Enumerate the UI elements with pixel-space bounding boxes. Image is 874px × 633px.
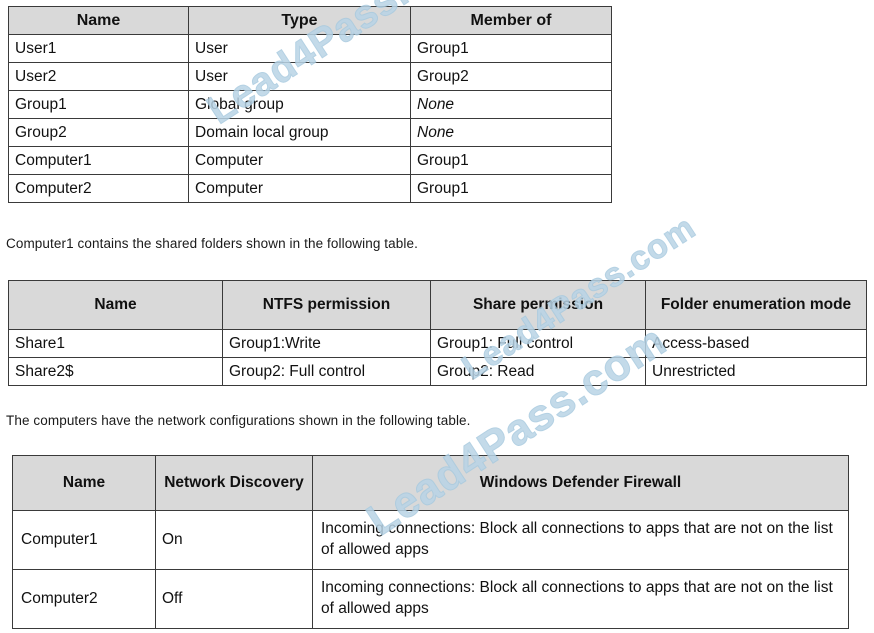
cell-name: Share2$ <box>8 357 223 386</box>
cell-share-permission: Group2: Read <box>430 357 646 386</box>
table-row: User1 User Group1 <box>8 34 612 63</box>
table-row: Computer2 Off Incoming connections: Bloc… <box>12 569 849 629</box>
cell-windows-defender-firewall: Incoming connections: Block all connecti… <box>312 510 849 570</box>
paragraph-network-configurations: The computers have the network configura… <box>6 413 471 428</box>
cell-name: Computer1 <box>12 510 156 570</box>
table-row: Group2 Domain local group None <box>8 118 612 147</box>
cell-ntfs-permission: Group2: Full control <box>222 357 431 386</box>
table-row: Share1 Group1:Write Group1: Full control… <box>8 329 867 358</box>
cell-member-of: None <box>410 118 612 147</box>
cell-name: Group1 <box>8 90 189 119</box>
cell-type: Computer <box>188 174 411 203</box>
cell-folder-enumeration-mode: Access-based <box>645 329 867 358</box>
column-header-name: Name <box>12 455 156 511</box>
column-header-name: Name <box>8 280 223 330</box>
table-header-row: Name Type Member of <box>8 6 612 35</box>
cell-name: Computer1 <box>8 146 189 175</box>
table-header-row: Name NTFS permission Share permission Fo… <box>8 280 867 330</box>
column-header-member-of: Member of <box>410 6 612 35</box>
column-header-type: Type <box>188 6 411 35</box>
cell-type: User <box>188 34 411 63</box>
cell-name: Share1 <box>8 329 223 358</box>
table-row: Computer1 Computer Group1 <box>8 146 612 175</box>
cell-member-of: Group2 <box>410 62 612 91</box>
cell-network-discovery: On <box>155 510 313 570</box>
cell-name: Computer2 <box>8 174 189 203</box>
column-header-ntfs-permission: NTFS permission <box>222 280 431 330</box>
column-header-folder-enumeration-mode: Folder enumeration mode <box>645 280 867 330</box>
table-row: Group1 Global group None <box>8 90 612 119</box>
column-header-name: Name <box>8 6 189 35</box>
cell-name: Group2 <box>8 118 189 147</box>
shares-table: Name NTFS permission Share permission Fo… <box>8 280 867 386</box>
cell-share-permission: Group1: Full control <box>430 329 646 358</box>
cell-member-of: Group1 <box>410 34 612 63</box>
cell-ntfs-permission: Group1:Write <box>222 329 431 358</box>
cell-folder-enumeration-mode: Unrestricted <box>645 357 867 386</box>
column-header-share-permission: Share permission <box>430 280 646 330</box>
table-row: Computer2 Computer Group1 <box>8 174 612 203</box>
cell-type: Computer <box>188 146 411 175</box>
cell-name: Computer2 <box>12 569 156 629</box>
cell-type: User <box>188 62 411 91</box>
cell-windows-defender-firewall: Incoming connections: Block all connecti… <box>312 569 849 629</box>
table-header-row: Name Network Discovery Windows Defender … <box>12 455 849 511</box>
cell-name: User1 <box>8 34 189 63</box>
cell-member-of: Group1 <box>410 174 612 203</box>
cell-member-of: None <box>410 90 612 119</box>
table-row: Computer1 On Incoming connections: Block… <box>12 510 849 570</box>
paragraph-shared-folders: Computer1 contains the shared folders sh… <box>6 236 418 251</box>
table-row: User2 User Group2 <box>8 62 612 91</box>
cell-type: Global group <box>188 90 411 119</box>
network-table: Name Network Discovery Windows Defender … <box>12 455 849 629</box>
cell-type: Domain local group <box>188 118 411 147</box>
table-row: Share2$ Group2: Full control Group2: Rea… <box>8 357 867 386</box>
cell-member-of: Group1 <box>410 146 612 175</box>
document-page: Name Type Member of User1 User Group1 Us… <box>0 0 874 633</box>
column-header-windows-defender-firewall: Windows Defender Firewall <box>312 455 849 511</box>
cell-network-discovery: Off <box>155 569 313 629</box>
cell-name: User2 <box>8 62 189 91</box>
column-header-network-discovery: Network Discovery <box>155 455 313 511</box>
identities-table: Name Type Member of User1 User Group1 Us… <box>8 6 612 203</box>
